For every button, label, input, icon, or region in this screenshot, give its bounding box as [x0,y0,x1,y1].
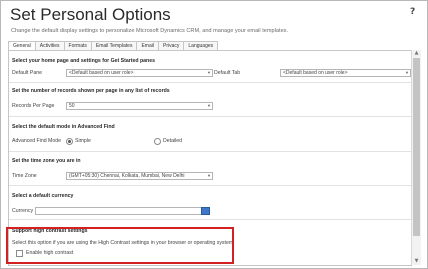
advanced-find-mode-label: Advanced Find Mode [12,138,62,144]
records-per-page-value: 50 [69,103,75,109]
dialog-window: Set Personal Options ? Change the defaul… [0,0,428,269]
default-pane-select[interactable]: <Default based on user role> ▼ [66,69,213,77]
section-divider [9,82,411,83]
section-divider [9,151,411,152]
time-zone-select[interactable]: (GMT+05:30) Chennai, Kolkata, Mumbai, Ne… [66,172,213,180]
currency-label: Currency [12,208,34,214]
records-heading: Set the number of records shown per page… [12,88,170,94]
time-zone-label: Time Zone [12,173,37,179]
help-button[interactable]: ? [410,7,415,17]
section-divider [9,219,411,220]
tab-email[interactable]: Email [136,41,159,50]
records-per-page-label: Records Per Page [12,103,55,109]
tab-privacy[interactable]: Privacy [157,41,185,50]
currency-heading: Select a default currency [12,193,74,199]
tab-languages[interactable]: Languages [183,41,219,50]
scrollbar-thumb[interactable] [413,58,420,236]
section-divider [9,185,411,186]
tab-general[interactable]: General [8,41,36,50]
home-pane-heading: Select your home page and settings for G… [12,58,155,64]
time-zone-value: (GMT+05:30) Chennai, Kolkata, Mumbai, Ne… [69,173,185,179]
currency-lookup-input[interactable] [35,207,205,215]
detailed-radio-label: Detailed [163,138,183,144]
chevron-down-icon: ▼ [207,70,211,75]
default-tab-label: Default Tab [214,70,241,76]
high-contrast-highlight-box [6,227,234,264]
chevron-down-icon: ▼ [207,173,211,178]
records-per-page-select[interactable]: 50 ▼ [66,102,213,110]
vertical-scrollbar[interactable]: ▲ ▼ [411,50,421,265]
tab-formats[interactable]: Formats [63,41,92,50]
advanced-find-heading: Select the default mode in Advanced Find [12,124,115,130]
default-tab-select[interactable]: <Default based on user role> ▼ [280,69,411,77]
time-zone-heading: Set the time zone you are in [12,158,81,164]
page-title: Set Personal Options [10,5,171,24]
page-subtitle: Change the default display settings to p… [11,28,289,34]
scroll-down-icon[interactable]: ▼ [412,258,421,265]
default-pane-label: Default Pane [12,70,42,76]
chevron-down-icon: ▼ [405,70,409,75]
simple-radio[interactable] [66,138,73,145]
default-tab-value: <Default based on user role> [283,70,348,76]
section-divider [9,116,411,117]
lookup-icon[interactable] [201,207,210,215]
default-pane-value: <Default based on user role> [69,70,134,76]
tab-bar: General Activities Formats Email Templat… [8,41,219,50]
tab-activities[interactable]: Activities [34,41,65,50]
simple-radio-label: Simple [75,138,91,144]
detailed-radio[interactable] [154,138,161,145]
tab-email-templates[interactable]: Email Templates [90,41,138,50]
scroll-up-icon[interactable]: ▲ [412,50,421,57]
chevron-down-icon: ▼ [207,103,211,108]
